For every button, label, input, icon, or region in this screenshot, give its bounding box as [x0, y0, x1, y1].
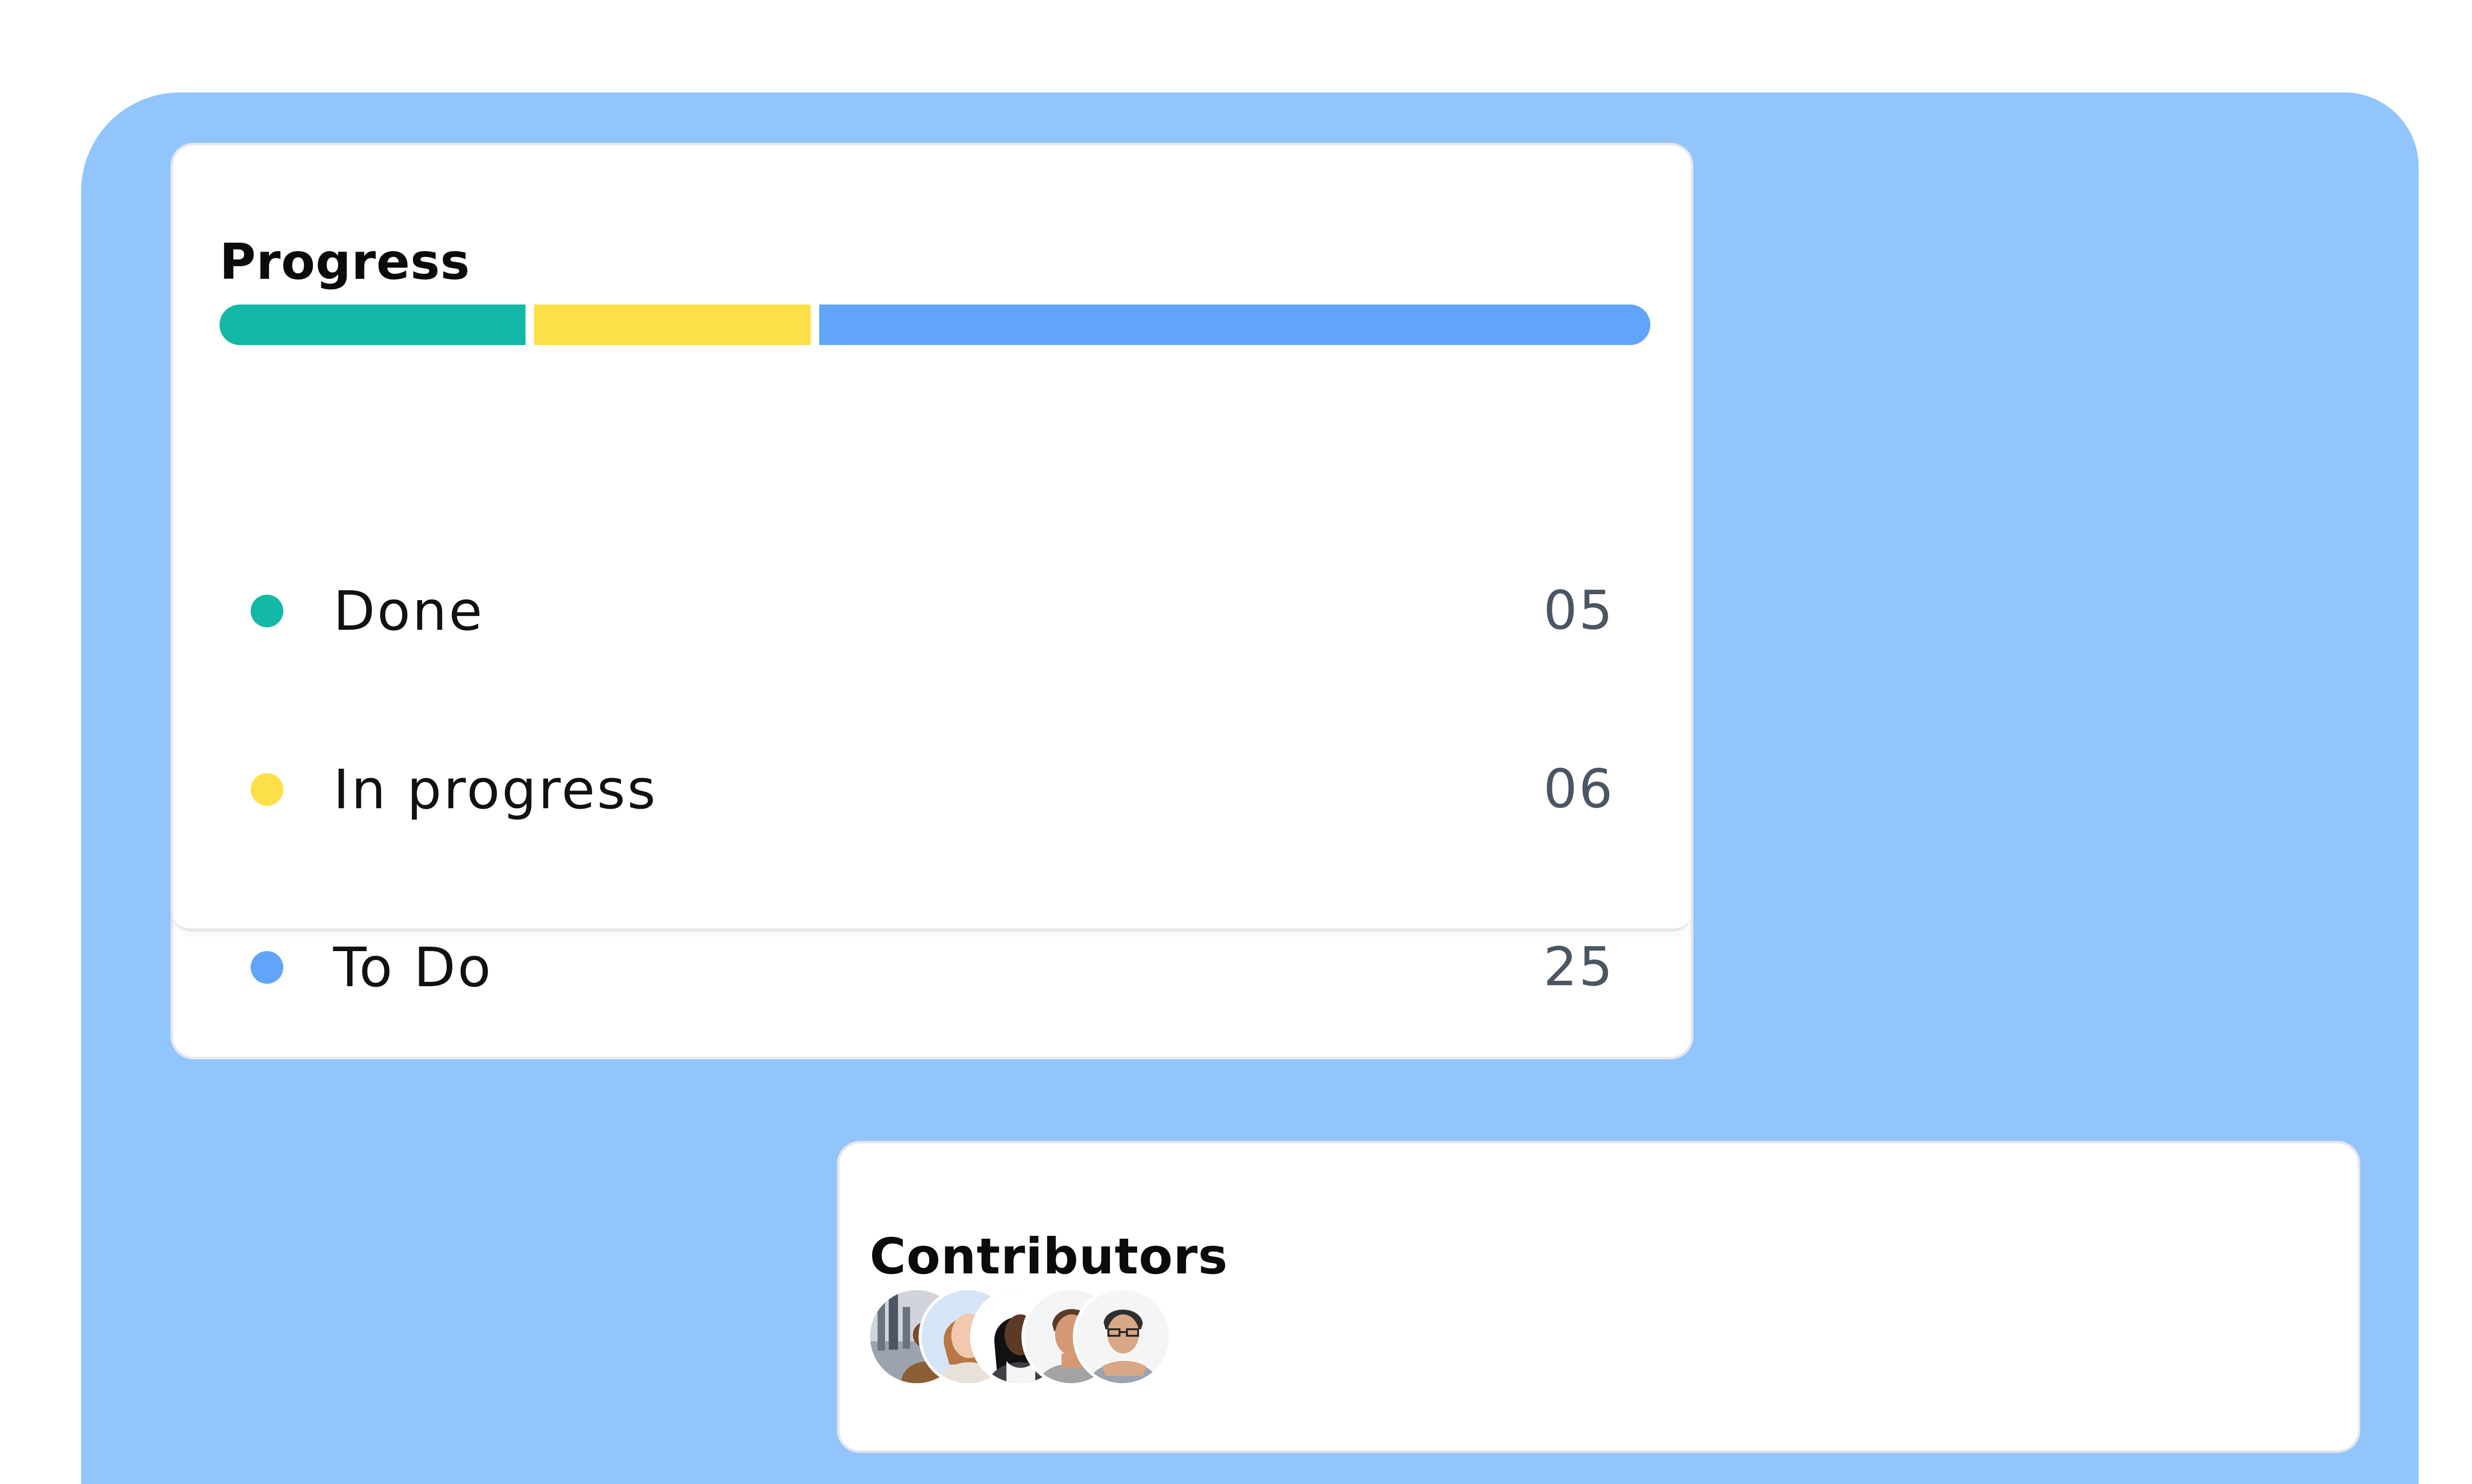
progress-item-label: To Do: [333, 936, 493, 999]
progress-bar-todo-segment: [819, 305, 1650, 345]
in-progress-dot-icon: [251, 773, 283, 806]
progress-item-label: Done: [333, 579, 485, 643]
page-canvas: Progress Done 05 In progress 06 To Do 25…: [0, 0, 2472, 1484]
progress-card: Progress Done 05 In progress 06 To Do 25: [171, 143, 1693, 1059]
progress-item-in-progress: In progress 06: [173, 755, 1691, 824]
contributors-card: Contributors: [837, 1141, 2360, 1453]
progress-item-todo: To Do 25: [173, 933, 1691, 1002]
avatar[interactable]: [1073, 1287, 1172, 1386]
contributors-title: Contributors: [870, 1227, 1228, 1285]
progress-item-label: In progress: [333, 758, 658, 821]
progress-title: Progress: [220, 233, 471, 291]
avatar-photo-5-icon: [1076, 1290, 1169, 1383]
progress-item-done: Done 05: [173, 576, 1691, 646]
progress-bar-done-segment: [220, 305, 526, 345]
progress-card-divider: [171, 911, 1693, 931]
done-dot-icon: [251, 595, 283, 627]
progress-bar-in-progress-segment: [534, 305, 811, 345]
progress-item-count: 05: [1543, 580, 1614, 642]
todo-dot-icon: [251, 951, 283, 984]
avatar-group: [867, 1287, 1184, 1391]
progress-item-count: 06: [1543, 758, 1614, 820]
progress-item-count: 25: [1543, 936, 1614, 998]
